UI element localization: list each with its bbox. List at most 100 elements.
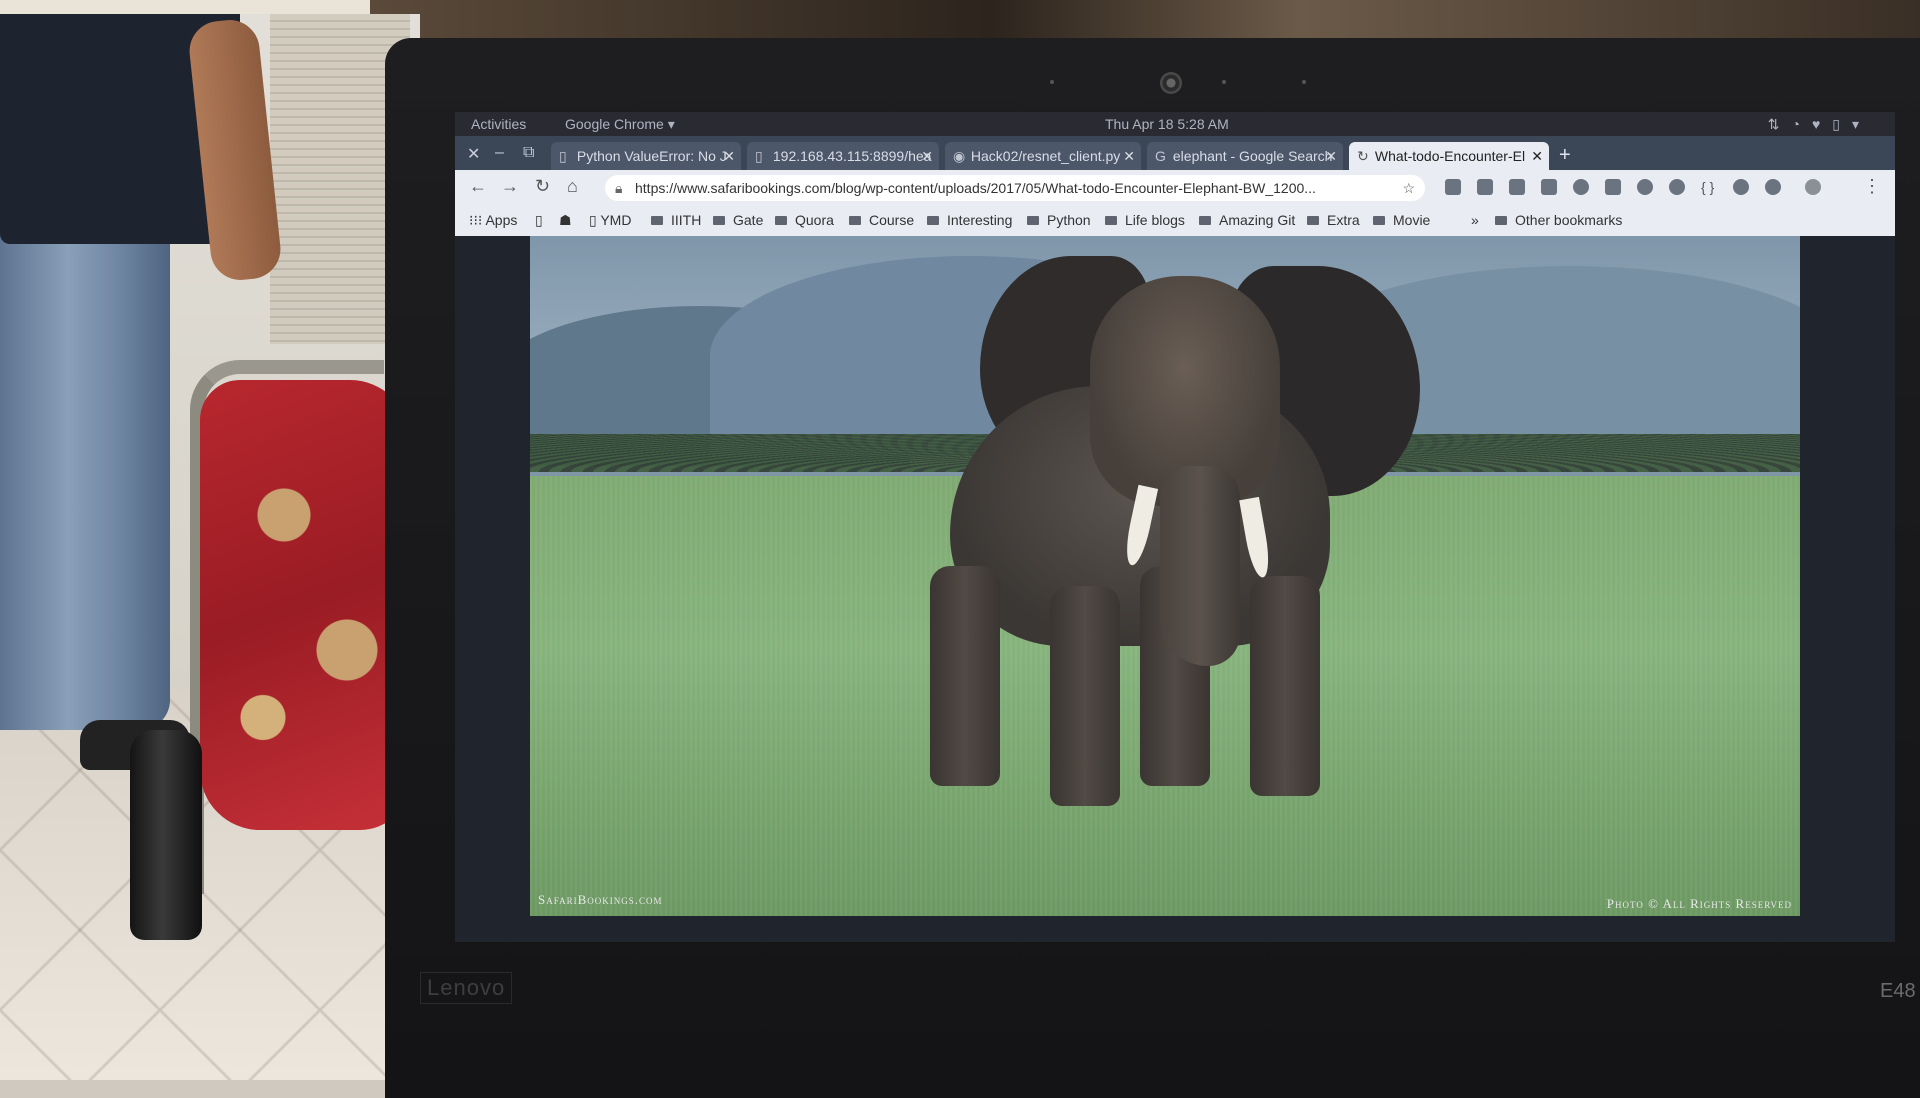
folder-icon [775,216,787,225]
bookmark-label: Movie [1393,212,1431,228]
profile-avatar-icon[interactable] [1805,179,1821,195]
folder-icon [849,216,861,225]
restore-window-icon[interactable]: ⧉ [523,144,534,162]
loading-icon: ↻ [1357,148,1369,164]
laptop-brand-logo: Lenovo [420,972,513,1004]
water-bottle [130,730,202,940]
apps-label: Apps [485,212,518,228]
extension-icon[interactable] [1637,179,1653,195]
json-extension-icon[interactable]: { } [1701,179,1717,195]
folder-icon [1495,216,1507,225]
tab-label: Python ValueError: No J [576,148,727,164]
folder-icon [1027,216,1039,225]
bookmark-folder[interactable]: Extra [1307,212,1360,228]
extension-icon[interactable] [1733,179,1749,195]
tab-close-icon[interactable]: ✕ [723,142,735,170]
bookmark-label: Quora [795,212,834,228]
url-text: https://www.safaribookings.com/blog/wp-c… [635,180,1316,196]
folder-icon [713,216,725,225]
bookmark-label: Extra [1327,212,1360,228]
bookmark-label: Gate [733,212,764,228]
tab-close-icon[interactable]: ✕ [921,142,933,170]
ceiling-strip [0,0,380,14]
bookmark-label: Life blogs [1125,212,1185,228]
close-window-icon[interactable]: ✕ [467,144,480,164]
system-tray-icons[interactable]: ⇅◔♥▯▾ [1768,116,1871,133]
elephant-trunk [1160,466,1240,666]
bookmark-folder[interactable]: Python [1027,212,1091,228]
red-patterned-cloth [200,380,410,830]
photo-credit-right: Photo © All Rights Reserved [1606,896,1792,911]
sensor-dot [1222,80,1226,84]
tab[interactable]: ▯ Python ValueError: No J ✕ [551,142,741,170]
bookmark-label: Course [869,212,915,228]
home-icon[interactable]: ⌂ [567,176,578,197]
shield-extension-icon[interactable] [1605,179,1621,195]
back-icon[interactable]: ← [469,176,487,197]
elephant-photo: SafariBookings.com Photo © All Rights Re… [530,236,1800,916]
folder-icon [651,216,663,225]
folder-icon [927,216,939,225]
extension-icon[interactable] [1445,179,1461,195]
extension-icon[interactable] [1765,179,1781,195]
bookmark-folder[interactable]: IIITH [651,212,701,228]
bookmark-folder[interactable]: Interesting [927,212,1012,228]
elephant-leg [930,566,1000,786]
elephant-leg [1250,576,1320,796]
bookmark-label: Interesting [947,212,1013,228]
tab[interactable]: ◉ Hack02/resnet_client.py ✕ [945,142,1141,170]
extension-icon[interactable] [1477,179,1493,195]
bookmark-folder[interactable]: Course [849,212,914,228]
system-clock[interactable]: Thu Apr 18 5:28 AM [1105,116,1229,132]
address-bar[interactable]: 🔒︎ https://www.safaribookings.com/blog/w… [605,175,1425,201]
github-icon: ◉ [953,148,966,164]
tab-active[interactable]: ↻ What-todo-Encounter-El ✕ [1349,142,1549,170]
bookmark-folder[interactable]: Quora [775,212,834,228]
tab-close-icon[interactable]: ✕ [1531,142,1543,170]
new-tab-button[interactable]: + [1559,144,1571,167]
bookmarks-bar: ⁝⁝⁝ Apps ▯ ☗ ▯ YMD IIITH Gate Quora Cour… [455,206,1895,236]
extension-icon[interactable] [1509,179,1525,195]
cart-extension-icon[interactable] [1541,179,1557,195]
photo-credit-left: SafariBookings.com [538,892,663,907]
apps-grid-icon: ⁝⁝⁝ [469,212,486,228]
tab[interactable]: G elephant - Google Search ✕ [1147,142,1343,170]
page-icon: ▯ [589,212,601,228]
bookmark-folder[interactable]: Amazing Git [1199,212,1295,228]
tab-close-icon[interactable]: ✕ [1325,142,1337,170]
bookmark-folder[interactable]: Movie [1373,212,1430,228]
app-menu[interactable]: Google Chrome ▾ [565,116,675,133]
bookmark-page-icon[interactable]: ▯ [535,212,543,229]
bookmark-item[interactable]: ▯ YMD [589,212,631,229]
sensor-dot [1302,80,1306,84]
activities-button[interactable]: Activities [471,116,526,132]
tab-label: Hack02/resnet_client.py [970,148,1121,164]
tab[interactable]: ▯ 192.168.43.115:8899/hea ✕ [747,142,939,170]
bookmark-label: Amazing Git [1219,212,1296,228]
bookmark-star-icon[interactable]: ☆ [1402,175,1415,201]
system-top-bar: Activities Google Chrome ▾ Thu Apr 18 5:… [455,112,1895,136]
page-icon: ▯ [755,148,763,164]
extension-icon[interactable] [1573,179,1589,195]
folder-icon [1373,216,1385,225]
laptop-model-label: E48 [1880,980,1916,1002]
reload-icon[interactable]: ↻ [535,176,550,197]
tab-label: elephant - Google Search [1172,148,1333,164]
chrome-menu-icon[interactable]: ⋮ [1863,176,1881,197]
person-jeans [0,230,170,730]
image-viewer-page: SafariBookings.com Photo © All Rights Re… [455,236,1895,942]
apps-shortcut[interactable]: ⁝⁝⁝ Apps [469,212,517,229]
tab-close-icon[interactable]: ✕ [1123,142,1135,170]
forward-icon[interactable]: → [501,176,519,197]
tab-label: What-todo-Encounter-El [1374,148,1526,164]
bookmark-icon[interactable]: ☗ [559,212,572,229]
adblock-extension-icon[interactable] [1669,179,1685,195]
bookmark-label: Python [1047,212,1091,228]
bookmark-folder[interactable]: Life blogs [1105,212,1185,228]
minimize-window-icon[interactable]: – [495,144,504,162]
other-bookmarks-folder[interactable]: Other bookmarks [1495,212,1622,228]
bookmark-folder[interactable]: Gate [713,212,763,228]
tab-strip: ✕ – ⧉ ▯ Python ValueError: No J ✕ ▯ 192.… [455,136,1895,170]
bookmarks-overflow-button[interactable]: » [1471,212,1479,228]
folder-icon [1307,216,1319,225]
